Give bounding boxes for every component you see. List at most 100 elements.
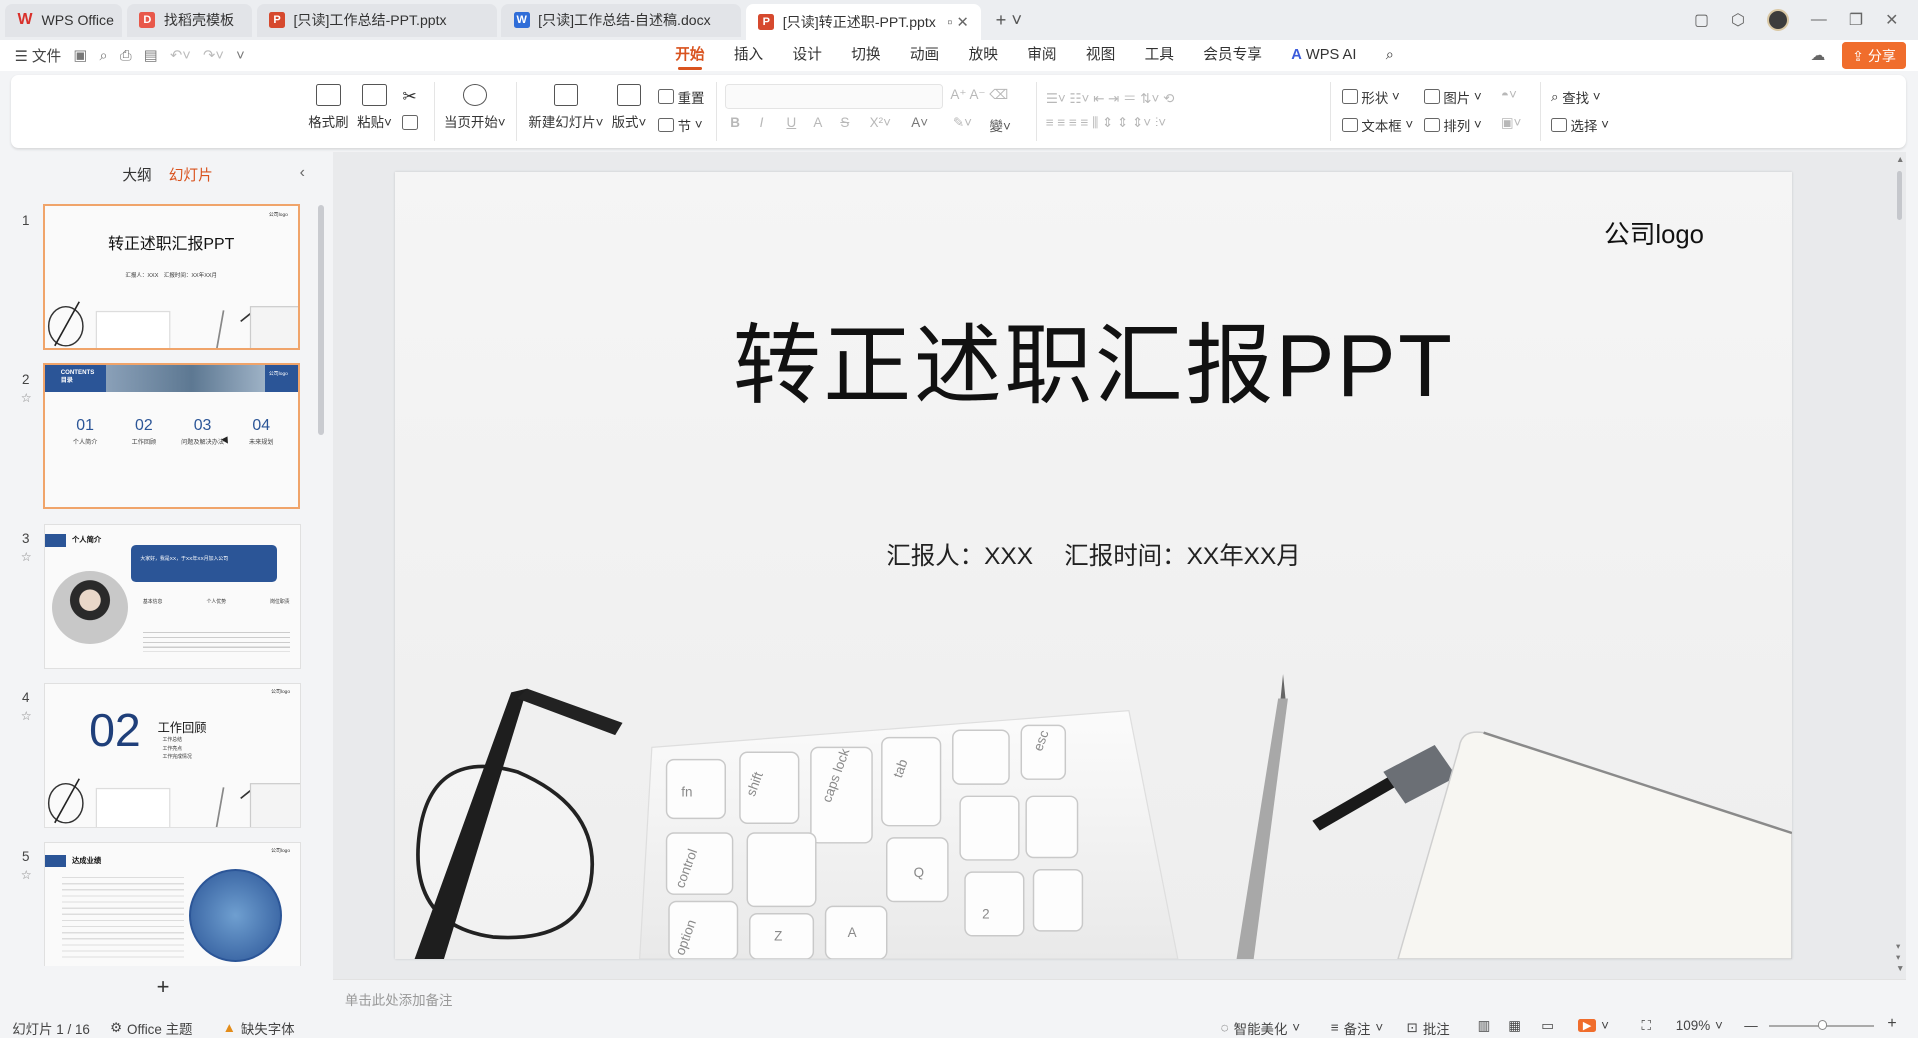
slide-sorter-icon[interactable]: ▦ (1508, 1018, 1521, 1034)
slide-title[interactable]: 转正述职汇报PPT (395, 295, 1792, 422)
tab-view[interactable]: 视图 (1086, 40, 1115, 71)
bold-icon[interactable]: B (730, 115, 740, 130)
notes-area[interactable]: 单击此处添加备注 (332, 978, 1906, 1015)
slide-thumbnail-2[interactable]: CONTENTS 目录 公司logo 01 个人简介 02 工作回顾 03 问题及解决… (42, 363, 300, 509)
save-icon[interactable]: ▣ (73, 47, 87, 64)
font-color-icon[interactable]: A˅ (911, 115, 928, 130)
align-icon[interactable]: ≡ ≡ ≡ ≡ ⫼ ⇕ ⇕ ⇕˅ ⫶˅ (1046, 115, 1166, 131)
tab-outline[interactable]: 大纲 (122, 164, 151, 185)
play-from-current-button[interactable]: 当页开始˅ (444, 84, 506, 131)
section-button[interactable]: 节 ˅ (658, 115, 703, 135)
zoom-slider-handle[interactable] (1817, 1020, 1828, 1030)
slide-subtitle[interactable]: 汇报人：XXX 汇报时间：XX年XX月 (395, 537, 1792, 572)
format-painter-button[interactable]: 格式刷 (308, 84, 349, 131)
current-slide[interactable]: 公司logo 转正述职汇报PPT 汇报人：XXX 汇报时间：XX年XX月 fn … (395, 172, 1792, 959)
slide-thumbnail-4[interactable]: 公司logo 02 工作回顾 工作总结 工作亮点 工作完成情况 (44, 682, 301, 829)
paste-button[interactable]: 粘贴˅ (357, 84, 392, 131)
zoom-out-icon[interactable]: — (1744, 1018, 1757, 1033)
outline-icon[interactable]: ▣˅ (1501, 115, 1522, 131)
slide-thumb-row[interactable]: 4 ☆ 公司logo 02 工作回顾 工作总结 工作亮点 工作完成情况 (0, 680, 320, 829)
tab-member[interactable]: 会员专享 (1203, 40, 1262, 71)
panel-scrollbar[interactable] (318, 205, 325, 436)
underline-icon[interactable]: U (787, 115, 797, 130)
italic-icon[interactable]: I (760, 115, 764, 130)
print-preview-icon[interactable]: ▤ (144, 47, 158, 64)
cube-icon[interactable]: ⬡ (1731, 10, 1745, 30)
tab-insert[interactable]: 插入 (734, 40, 763, 71)
normal-view-icon[interactable]: ▥ (1478, 1018, 1491, 1034)
tab-transition[interactable]: 切换 (851, 40, 880, 71)
play-slideshow-button[interactable]: ▶ ˅ (1577, 1018, 1609, 1033)
wps-ai-button[interactable]: A WPS AI (1291, 40, 1356, 71)
zoom-select[interactable]: 109% ˅ (1676, 1018, 1723, 1033)
missing-font-button[interactable]: ▲ 缺失字体 (223, 1018, 295, 1038)
bullets-icon[interactable]: ☰˅ ☷˅ ⇤ ⇥ ＝ ⇅˅ ⟲ (1046, 87, 1175, 107)
tab-list-icon[interactable]: ▢ (1694, 10, 1709, 30)
star-icon[interactable]: ☆ (21, 550, 32, 564)
tab-close-icon[interactable]: ▫ ✕ (947, 14, 969, 31)
slide-thumbnail-3[interactable]: 个人简介 大家好，我是XX，于XX年XX月加入公司 基本信息 个人优势 岗位职责 (44, 523, 301, 670)
tab-work-summary-ppt[interactable]: P [只读]工作总结-PPT.pptx (256, 3, 497, 37)
company-logo-text[interactable]: 公司logo (1604, 214, 1704, 251)
copy-icon[interactable] (402, 114, 419, 130)
text-effect-icon[interactable]: 變˅ (990, 115, 1011, 135)
reading-view-icon[interactable]: ▭ (1541, 1018, 1554, 1034)
find-button[interactable]: ⌕ 查找 ˅ (1551, 87, 1601, 107)
redo-icon[interactable]: ↷˅ (203, 47, 224, 64)
comments-button[interactable]: ⊡ 批注 (1407, 1018, 1450, 1038)
canvas-scrollbar[interactable]: ▲ ▾ ▾ ▼ (1894, 152, 1906, 979)
strikethrough-icon[interactable]: S (840, 115, 849, 130)
file-menu[interactable]: ☰ 文件 (15, 45, 62, 66)
add-slide-button[interactable]: + (157, 974, 170, 1000)
arrange-button[interactable]: 排列 ˅ (1423, 115, 1482, 135)
zoom-in-icon[interactable]: + (1887, 1015, 1896, 1033)
tab-animation[interactable]: 动画 (910, 40, 939, 71)
font-name-select[interactable] (725, 84, 944, 109)
fill-icon[interactable]: ◓˅ (1501, 87, 1517, 102)
font-size-increase-icon[interactable]: A⁺ A⁻ ⌫ (950, 87, 1008, 103)
slide-thumb-row[interactable]: 5 ☆ 公司logo 达成业绩 (0, 839, 320, 967)
tab-docer[interactable]: D 找稻壳模板 (127, 3, 252, 37)
new-tab-icon[interactable]: + ˅ (996, 9, 1023, 31)
close-window-icon[interactable]: ✕ (1885, 10, 1898, 30)
tab-wps-office[interactable]: W WPS Office (4, 3, 123, 37)
theme-button[interactable]: ⚙ Office 主题 (110, 1018, 192, 1038)
share-button[interactable]: ⇪ 分享 (1842, 41, 1906, 70)
slide-thumb-row[interactable]: 3 ☆ 个人简介 大家好，我是XX，于XX年XX月加入公司 基本信息 个人优势 … (0, 521, 320, 670)
fit-window-icon[interactable]: ⛶ (1642, 1018, 1651, 1034)
tab-probation-ppt[interactable]: P [只读]转正述职-PPT.pptx ▫ ✕ (746, 3, 981, 41)
print-icon[interactable]: ⎙ (120, 48, 132, 64)
tab-tools[interactable]: 工具 (1145, 40, 1174, 71)
cut-icon[interactable]: ✂ (402, 87, 416, 107)
star-icon[interactable]: ☆ (21, 709, 32, 723)
tab-work-summary-docx[interactable]: W [只读]工作总结-自述稿.docx (501, 3, 742, 37)
layout-button[interactable]: 版式˅ (612, 84, 646, 131)
tab-design[interactable]: 设计 (793, 40, 822, 71)
tab-review[interactable]: 审阅 (1027, 40, 1056, 71)
superscript-icon[interactable]: X²˅ (870, 115, 891, 130)
cloud-icon[interactable]: ☁ (1811, 47, 1826, 64)
beautify-button[interactable]: ◌ 智能美化 ˅ (1221, 1018, 1300, 1038)
slide-thumb-row[interactable]: 1 公司logo 转正述职汇报PPT 汇报人：XXX 汇报时间：XX年XX月 (0, 203, 320, 350)
star-icon[interactable]: ☆ (21, 391, 32, 405)
search-icon[interactable]: ⌕ (1386, 40, 1394, 71)
more-icon[interactable]: ˅ (236, 48, 245, 64)
shape-button[interactable]: 形状 ˅ (1341, 87, 1400, 107)
highlight-icon[interactable]: ✎˅ (953, 115, 972, 131)
tab-slideshow[interactable]: 放映 (969, 40, 998, 71)
restore-icon[interactable]: ❐ (1849, 10, 1863, 30)
slide-thumbnail-5[interactable]: 公司logo 达成业绩 (44, 841, 301, 967)
undo-icon[interactable]: ↶˅ (170, 47, 191, 64)
slide-thumbnail-1[interactable]: 公司logo 转正述职汇报PPT 汇报人：XXX 汇报时间：XX年XX月 (42, 204, 300, 350)
select-button[interactable]: 选择 ˅ (1551, 115, 1609, 135)
textbox-button[interactable]: 文本框 ˅ (1341, 115, 1413, 135)
picture-button[interactable]: 图片 ˅ (1423, 87, 1482, 107)
avatar[interactable] (1766, 9, 1789, 32)
notes-button[interactable]: ≡ 备注 ˅ (1331, 1018, 1383, 1038)
slide-thumb-row[interactable]: 2 ☆ CONTENTS 目录 公司logo 01 个人简介 02 工作回顾 03 问… (0, 362, 320, 509)
tab-home[interactable]: 开始 (675, 40, 705, 71)
star-icon[interactable]: ☆ (21, 868, 32, 882)
reset-button[interactable]: 重置 (658, 87, 705, 107)
minimize-icon[interactable]: — (1811, 11, 1827, 29)
new-slide-button[interactable]: 新建幻灯片˅ (528, 84, 603, 131)
